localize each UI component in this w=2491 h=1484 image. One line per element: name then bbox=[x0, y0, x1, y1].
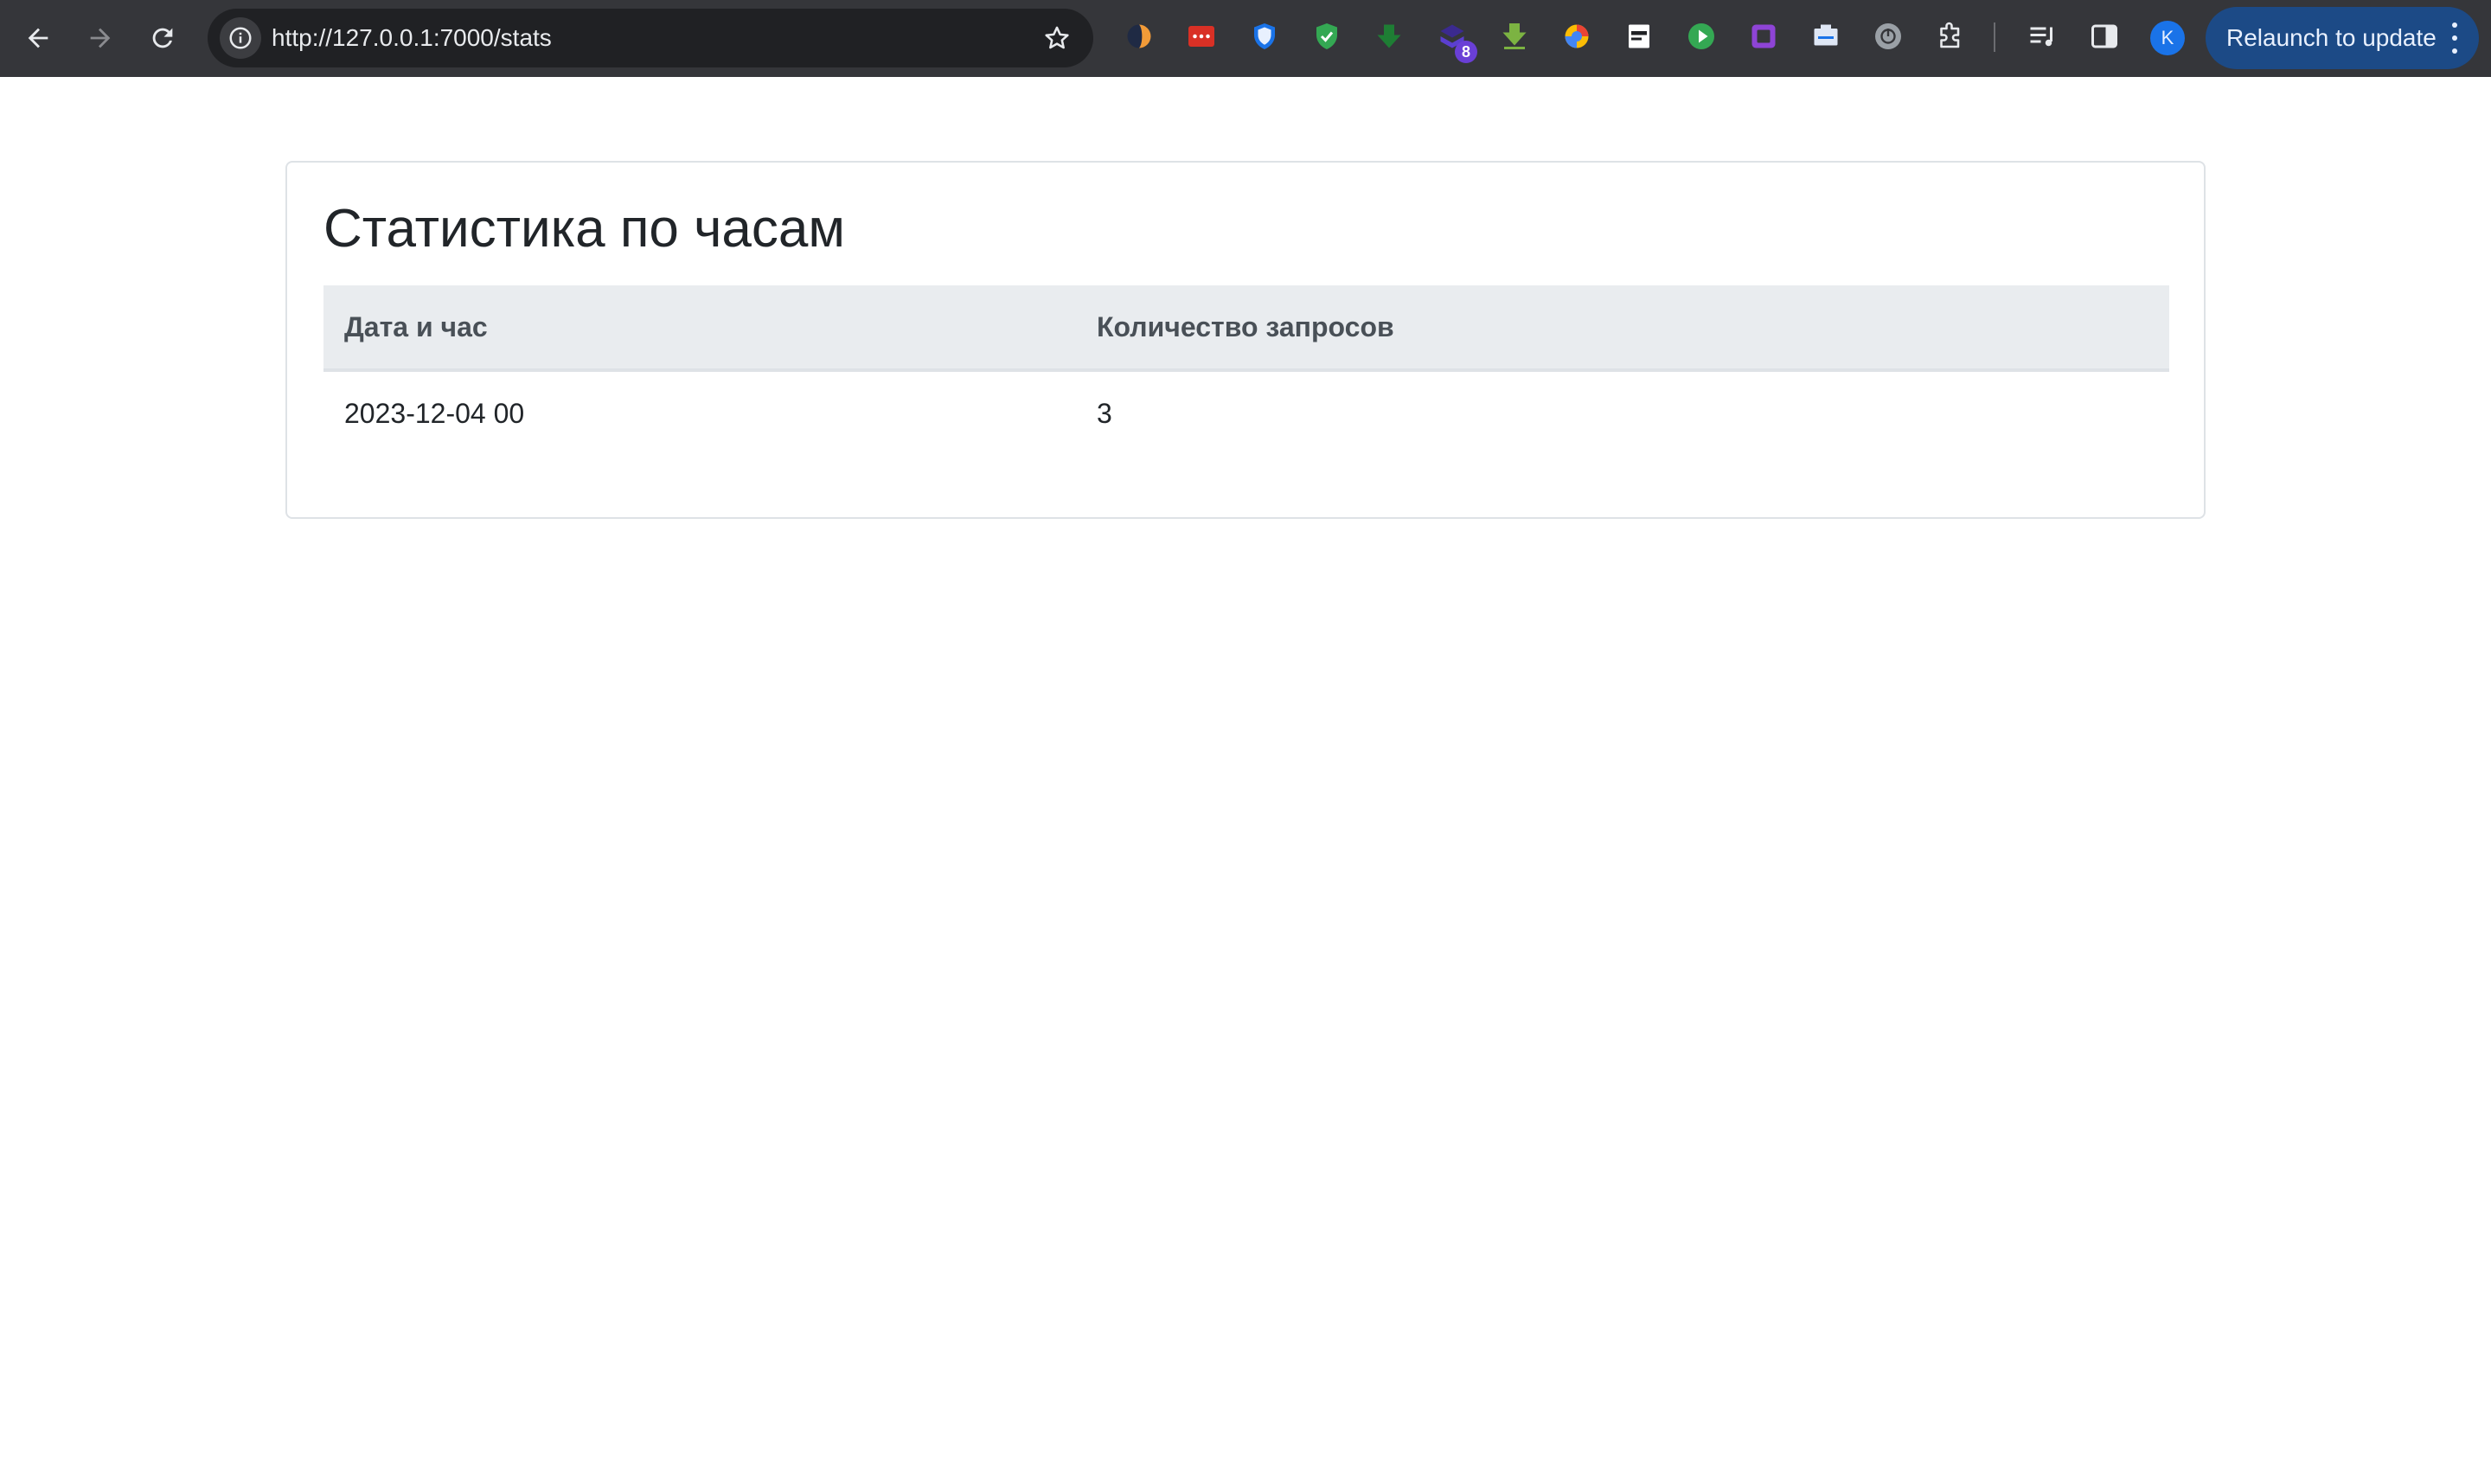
column-header-date-hour: Дата и час bbox=[323, 285, 1076, 372]
green-download-extension-icon[interactable] bbox=[1498, 20, 1531, 53]
url-text[interactable]: http://127.0.0.1:7000/stats bbox=[272, 9, 552, 67]
media-control-icon[interactable] bbox=[2026, 20, 2059, 53]
orange-circle-extension-icon[interactable] bbox=[1123, 20, 1156, 53]
stats-table: Дата и час Количество запросов 2023-12-0… bbox=[323, 285, 2169, 455]
password-manager-extension-icon[interactable] bbox=[1185, 20, 1218, 53]
page-title: Статистика по часам bbox=[323, 199, 846, 259]
cell-date-hour: 2023-12-04 00 bbox=[344, 397, 525, 429]
download-arrow-extension-icon[interactable] bbox=[1373, 20, 1406, 53]
profile-avatar[interactable]: K bbox=[2150, 21, 2185, 55]
back-button[interactable] bbox=[17, 17, 59, 59]
play-extension-icon[interactable] bbox=[1685, 20, 1718, 53]
puzzle-icon[interactable] bbox=[1934, 20, 1967, 53]
table-row: 2023-12-04 00 3 bbox=[323, 370, 2169, 455]
toolbar-divider bbox=[1994, 22, 1995, 52]
card-extension-icon[interactable] bbox=[1809, 20, 1842, 53]
forward-arrow-icon bbox=[90, 28, 111, 48]
reload-icon bbox=[152, 28, 173, 48]
browser-toolbar: http://127.0.0.1:7000/stats 8 K Relaunch… bbox=[0, 0, 2491, 77]
purple-extension-icon[interactable]: 8 bbox=[1436, 20, 1477, 63]
info-icon bbox=[229, 27, 252, 49]
extension-badge: 8 bbox=[1455, 41, 1477, 63]
relaunch-label: Relaunch to update bbox=[2226, 24, 2437, 51]
forward-button[interactable] bbox=[80, 17, 121, 59]
power-extension-icon[interactable] bbox=[1872, 20, 1905, 53]
stats-card: Статистика по часам Дата и час Количеств… bbox=[285, 161, 2206, 519]
bookmark-star-button[interactable] bbox=[1040, 21, 1074, 55]
reload-button[interactable] bbox=[142, 17, 183, 59]
star-icon bbox=[1045, 26, 1069, 49]
menu-dots-icon[interactable] bbox=[2448, 22, 2462, 54]
purple-square-extension-icon[interactable] bbox=[1747, 20, 1780, 53]
table-header-row: Дата и час Количество запросов bbox=[323, 285, 2169, 372]
site-info-button[interactable] bbox=[220, 17, 261, 59]
column-header-request-count: Количество запросов bbox=[1076, 285, 2169, 372]
document-extension-icon[interactable] bbox=[1623, 20, 1655, 53]
cell-request-count: 3 bbox=[1097, 397, 1112, 429]
green-shield-extension-icon[interactable] bbox=[1310, 20, 1343, 53]
color-circle-extension-icon[interactable] bbox=[1560, 20, 1593, 53]
side-panel-icon[interactable] bbox=[2088, 20, 2121, 53]
shield-extension-icon[interactable] bbox=[1248, 20, 1281, 53]
address-bar[interactable]: http://127.0.0.1:7000/stats bbox=[208, 9, 1093, 67]
back-arrow-icon bbox=[28, 28, 48, 48]
relaunch-button[interactable]: Relaunch to update bbox=[2206, 7, 2479, 69]
